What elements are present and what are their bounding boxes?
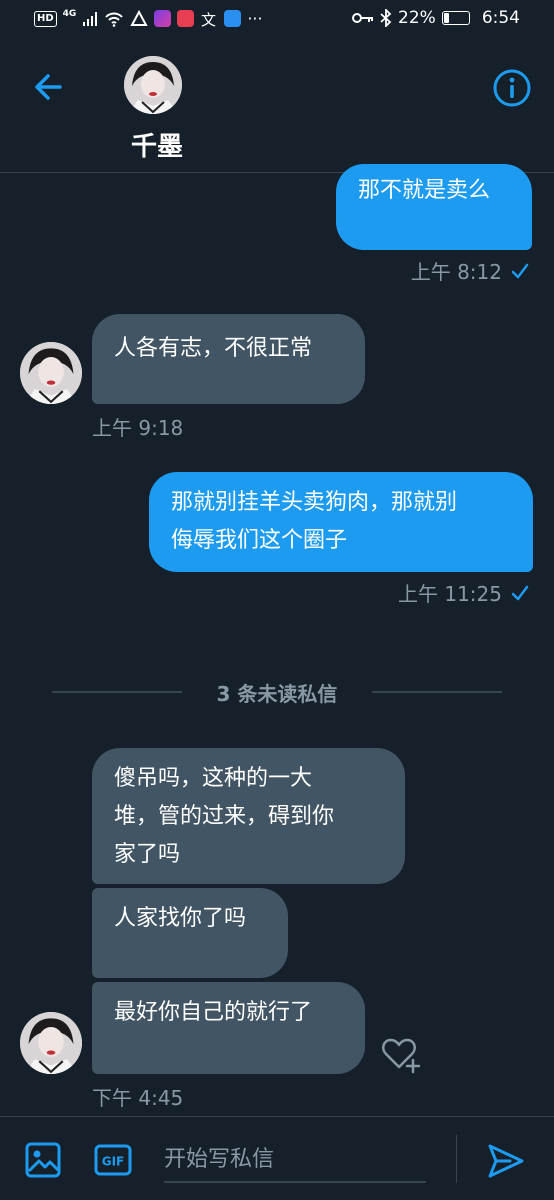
more-notifications-indicator: ··· <box>247 9 263 28</box>
message-composer: GIF <box>0 1116 554 1200</box>
message-text-line: 家了吗 <box>114 842 181 867</box>
message-bubble-incoming[interactable]: 人各有志，不很正常 <box>92 314 365 404</box>
conversation-header: 千墨 <box>0 38 554 174</box>
message-bubble-outgoing[interactable]: 那不就是卖么 <box>336 164 532 250</box>
translate-icon: 文 <box>201 11 216 28</box>
sent-check-icon <box>511 263 529 278</box>
battery-percent: 22% <box>398 8 436 28</box>
status-bar-right: 22% 6:54 <box>352 8 520 28</box>
message-timestamp: 上午 11:25 <box>398 582 502 606</box>
composer-separator <box>456 1135 457 1183</box>
app-notification-icon <box>130 9 149 26</box>
message-meta: 上午 8:12 <box>411 256 530 285</box>
contact-name[interactable]: 千墨 <box>98 126 216 163</box>
sent-check-icon <box>511 585 529 600</box>
message-meta: 下午 4:45 <box>92 1082 183 1111</box>
red-app-icon <box>177 10 195 27</box>
message-meta: 上午 9:18 <box>92 412 183 441</box>
message-timestamp: 上午 9:18 <box>92 416 184 440</box>
gif-label: GIF <box>102 1155 125 1169</box>
blue-app-icon <box>224 10 242 27</box>
divider-line-right <box>372 691 502 693</box>
status-bar: HD 4G 文 ··· 22% 6:54 <box>0 0 554 38</box>
back-arrow-icon[interactable] <box>30 68 68 106</box>
avatar-photo <box>124 56 182 114</box>
add-image-icon[interactable] <box>24 1141 62 1179</box>
input-underline <box>164 1181 426 1183</box>
message-input[interactable] <box>164 1137 444 1181</box>
message-text-line: 侮辱我们这个圈子 <box>171 528 348 553</box>
message-text: 人各有志，不很正常 <box>114 336 313 361</box>
avatar-photo <box>20 342 82 404</box>
unread-messages-divider: 3 条未读私信 <box>52 678 502 706</box>
sender-avatar[interactable] <box>20 342 82 404</box>
message-bubble-incoming[interactable]: 最好你自己的就行了 <box>92 982 365 1074</box>
message-text-line: 傻吊吗，这种的一大 <box>114 766 313 791</box>
message-timestamp: 下午 4:45 <box>92 1086 184 1110</box>
key-icon <box>352 13 374 23</box>
add-gif-icon[interactable]: GIF <box>94 1144 132 1176</box>
add-reaction-heart-icon[interactable] <box>380 1034 422 1074</box>
sender-avatar[interactable] <box>20 1012 82 1074</box>
clock: 6:54 <box>481 8 520 28</box>
message-text: 最好你自己的就行了 <box>114 1000 313 1025</box>
status-bar-left: HD 4G 文 ··· <box>34 9 263 28</box>
signal-icon <box>83 11 98 26</box>
dm-conversation-screen: HD 4G 文 ··· 22% 6:54 千墨 那不就是卖么 上午 8:12 人… <box>0 0 554 1200</box>
bluetooth-icon <box>380 9 392 27</box>
hd-badge: HD <box>34 10 57 27</box>
message-bubble-outgoing[interactable]: 那就别挂羊头卖狗肉，那就别 侮辱我们这个圈子 <box>149 472 533 572</box>
message-meta: 上午 11:25 <box>398 578 530 607</box>
network-type: 4G <box>62 8 77 19</box>
avatar-photo <box>20 1012 82 1074</box>
send-icon[interactable] <box>486 1141 526 1181</box>
info-icon[interactable] <box>492 68 532 108</box>
message-text-line: 堆，管的过来，碍到你 <box>114 804 335 829</box>
message-text: 人家找你了吗 <box>114 906 247 931</box>
message-bubble-incoming[interactable]: 人家找你了吗 <box>92 888 288 978</box>
video-app-icon <box>154 10 172 27</box>
message-bubble-incoming[interactable]: 傻吊吗，这种的一大 堆，管的过来，碍到你 家了吗 <box>92 748 405 884</box>
message-timestamp: 上午 8:12 <box>410 260 502 284</box>
battery-icon <box>441 11 470 25</box>
battery-level <box>443 13 449 23</box>
message-text: 那不就是卖么 <box>358 178 491 203</box>
wifi-icon <box>105 12 124 27</box>
contact-avatar[interactable] <box>124 56 182 114</box>
svg-text:文: 文 <box>201 11 216 28</box>
message-text-line: 那就别挂羊头卖狗肉，那就别 <box>171 490 458 515</box>
